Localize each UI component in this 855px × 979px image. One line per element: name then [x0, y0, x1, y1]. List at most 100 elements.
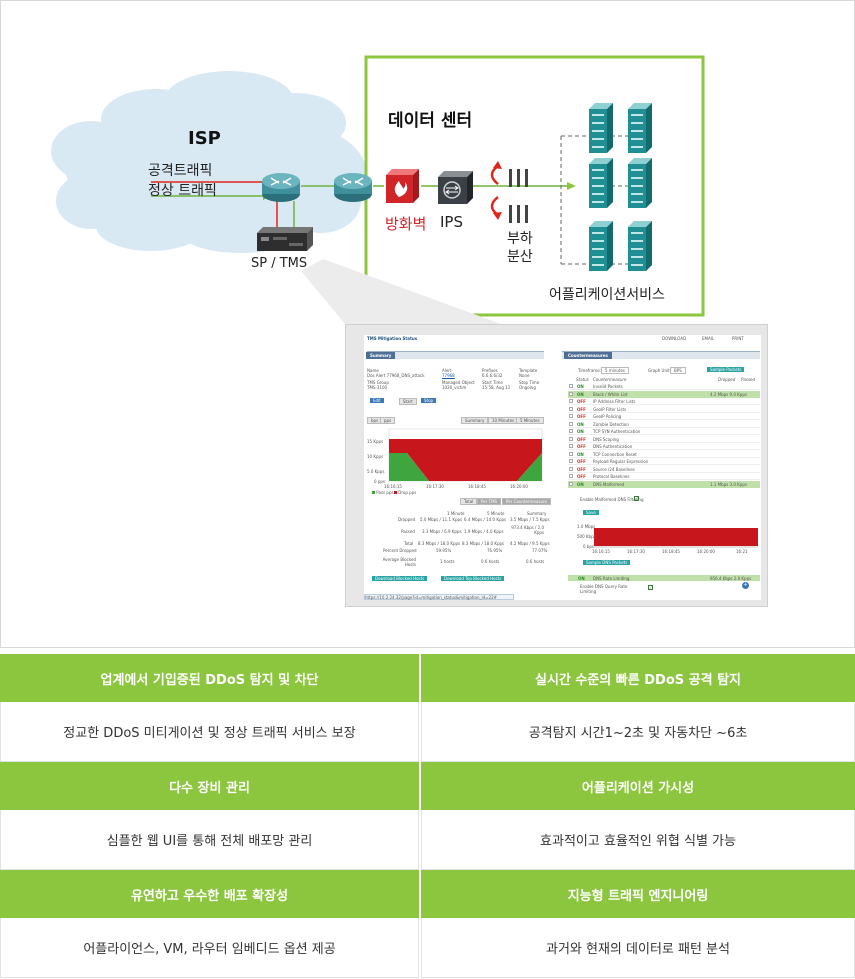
graph-range-5min[interactable]: 5 Minutes [516, 417, 544, 424]
stats-cell: 76.95% [487, 548, 503, 553]
stats-tab-per-tms[interactable]: Per TMS [477, 498, 502, 505]
feature-title: 업계에서 기입증된 DDoS 탐지 및 차단 [0, 654, 419, 702]
countermeasure-name: TCP Connection Reset [593, 451, 637, 457]
email-link[interactable]: EMAIL [702, 336, 714, 341]
stats-tab-total[interactable]: Total [460, 498, 478, 505]
legend-drop: Drop pps [394, 490, 416, 495]
graph-x-label: 16:17:30 [426, 484, 444, 489]
status-bar-url: https://10.2.24.32/page?id=mitigation_st… [364, 594, 514, 600]
countermeasure-checkbox[interactable] [569, 391, 573, 396]
summary-template-value: None [519, 373, 530, 378]
download-blocked-hosts-button[interactable]: Download Blocked Hosts [372, 576, 428, 581]
countermeasure-state: OFF [577, 406, 586, 412]
countermeasure-name: IP Address Filter Lists [593, 399, 636, 404]
server-arrowhead-icon [567, 182, 576, 190]
mini-x-label: 16:17:30 [627, 549, 645, 554]
countermeasure-state: OFF [577, 444, 586, 449]
download-top-blocked-hosts-button[interactable]: Download Top Blocked Hosts [441, 576, 505, 581]
dashboard-screenshot: TMS Mitigation Status DOWNLOAD EMAIL PRI… [345, 324, 768, 607]
countermeasure-name: Source /24 Baselines [593, 466, 635, 472]
server-icon [628, 221, 652, 271]
feature-column-left: 업계에서 기입증된 DDoS 탐지 및 차단 정교한 DDoS 미티게이션 및 … [0, 654, 419, 978]
sample-dns-packets-button[interactable]: Sample DNS Packets [583, 560, 631, 565]
mini-x-label: 16:20:00 [697, 549, 715, 554]
countermeasure-state: OFF [577, 436, 586, 442]
feature-desc: 과거와 현재의 데이터로 패턴 분석 [421, 918, 855, 978]
start-button[interactable]: Start [399, 398, 417, 405]
stats-cell: 8.3 Mbps / 18.0 Kpps [418, 541, 461, 546]
graph-range-summary[interactable]: Summary [461, 417, 489, 424]
feature-desc: 심플한 웹 UI를 통해 전체 배포망 관리 [0, 810, 419, 870]
feature-title: 다수 장비 관리 [0, 762, 419, 810]
countermeasure-state: ON [577, 429, 584, 434]
countermeasure-checkbox[interactable] [569, 466, 573, 471]
mini-x-label: 16:16:15 [592, 549, 610, 554]
stats-tab-per-cm[interactable]: Per Countermeasure [502, 498, 552, 505]
countermeasure-checkbox[interactable] [569, 436, 573, 441]
countermeasure-checkbox[interactable] [569, 384, 573, 388]
feature-desc: 어플라이언스, VM, 라우터 임베디드 옵션 제공 [0, 918, 419, 978]
countermeasure-name: Payload Regular Expression [593, 459, 649, 464]
drop-bar [594, 528, 758, 546]
countermeasure-checkbox[interactable] [569, 429, 573, 433]
stats-cell: 6.4 Mbps / 14.0 Kpps [464, 517, 507, 522]
countermeasure-state: OFF [577, 414, 586, 419]
countermeasure-checkbox[interactable] [569, 399, 573, 403]
firewall-icon [386, 169, 419, 203]
cm-col-passed: Passed [741, 377, 756, 382]
save-button[interactable]: Save [583, 510, 599, 515]
enable-query-checkbox[interactable]: ✓ [648, 585, 653, 590]
stats-cell: 3.3 Mbps / 6.9 Kpps [422, 529, 462, 534]
server-icon [589, 103, 613, 153]
app-service-label: 어플리케이션서비스 [549, 287, 665, 303]
countermeasure-checkbox[interactable] [569, 444, 573, 448]
countermeasures-tab[interactable]: Countermeasures [564, 352, 612, 359]
stats-cell: 0.6 hosts [526, 559, 545, 564]
feature-table: 업계에서 기입증된 DDoS 탐지 및 차단 정교한 DDoS 미티게이션 및 … [0, 654, 855, 979]
sp-tms-label: SP / TMS [251, 256, 308, 271]
summary-alert-link[interactable]: 77968 [442, 373, 455, 378]
countermeasure-checkbox[interactable] [569, 474, 573, 478]
stats-cell: 1 hosts [440, 559, 455, 564]
summary-start-value: 15:58, Aug 11 [482, 385, 511, 390]
add-icon[interactable]: + [742, 582, 749, 589]
countermeasure-checkbox[interactable] [569, 481, 573, 486]
stats-cell: 973.4 Kbps / 2.0 Kpps [511, 525, 544, 535]
feature-title: 어플리케이션 가시성 [421, 762, 855, 810]
countermeasure-checkbox[interactable] [569, 414, 573, 418]
stop-button[interactable]: Stop [421, 398, 437, 403]
countermeasure-checkbox[interactable] [569, 451, 573, 456]
countermeasure-state: ON [577, 384, 584, 389]
feature-title: 실시간 수준의 빠른 DDoS 공격 탐지 [421, 654, 855, 702]
dns-rate-limiting-value: 956.4 Kbps 2.0 Kpps [710, 576, 752, 581]
timeframe-select[interactable]: 5 minutes [601, 367, 630, 374]
sample-packets-button[interactable]: Sample Packets [707, 367, 745, 372]
stats-row-label: Dropped [398, 517, 416, 522]
countermeasure-name: GeoIP Policing [593, 414, 622, 419]
graph-range-10min[interactable]: 10 Minutes [488, 417, 519, 424]
graph-tab-pps[interactable]: pps [380, 417, 396, 424]
countermeasure-state: OFF [577, 399, 586, 404]
load-balance-label-line1: 부하 [507, 231, 533, 247]
graph-unit-select[interactable]: BPS [670, 367, 686, 374]
ips-label: IPS [440, 213, 463, 231]
server-rack-group [589, 103, 652, 271]
edit-button[interactable]: Edit [370, 398, 384, 403]
stats-cell: 5.0 Mbps / 11.1 Kpps [420, 517, 463, 522]
countermeasure-state: OFF [577, 474, 586, 479]
summary-tab[interactable]: Summary [366, 352, 396, 359]
countermeasure-checkbox[interactable] [569, 459, 573, 463]
isp-label: ISP [188, 128, 221, 149]
countermeasure-checkbox[interactable] [569, 406, 573, 411]
print-link[interactable]: PRINT [732, 336, 744, 341]
enable-malformed-checkbox[interactable]: ✓ [634, 496, 639, 501]
stats-cell: 8.3 Mbps / 18.0 Kpps [462, 541, 505, 546]
cm-col-name: Countermeasure [593, 377, 627, 382]
download-link[interactable]: DOWNLOAD [662, 336, 686, 341]
stats-col-header: 5 Minute [487, 511, 505, 516]
countermeasure-checkbox[interactable] [569, 421, 573, 426]
datacenter-label: 데이터 센터 [388, 111, 473, 131]
cm-col-status: Status [576, 377, 589, 382]
graph-y-label: 10 Kpps [367, 454, 384, 459]
enable-query-label: Enable DNS Query Rate Limiting [580, 584, 628, 594]
